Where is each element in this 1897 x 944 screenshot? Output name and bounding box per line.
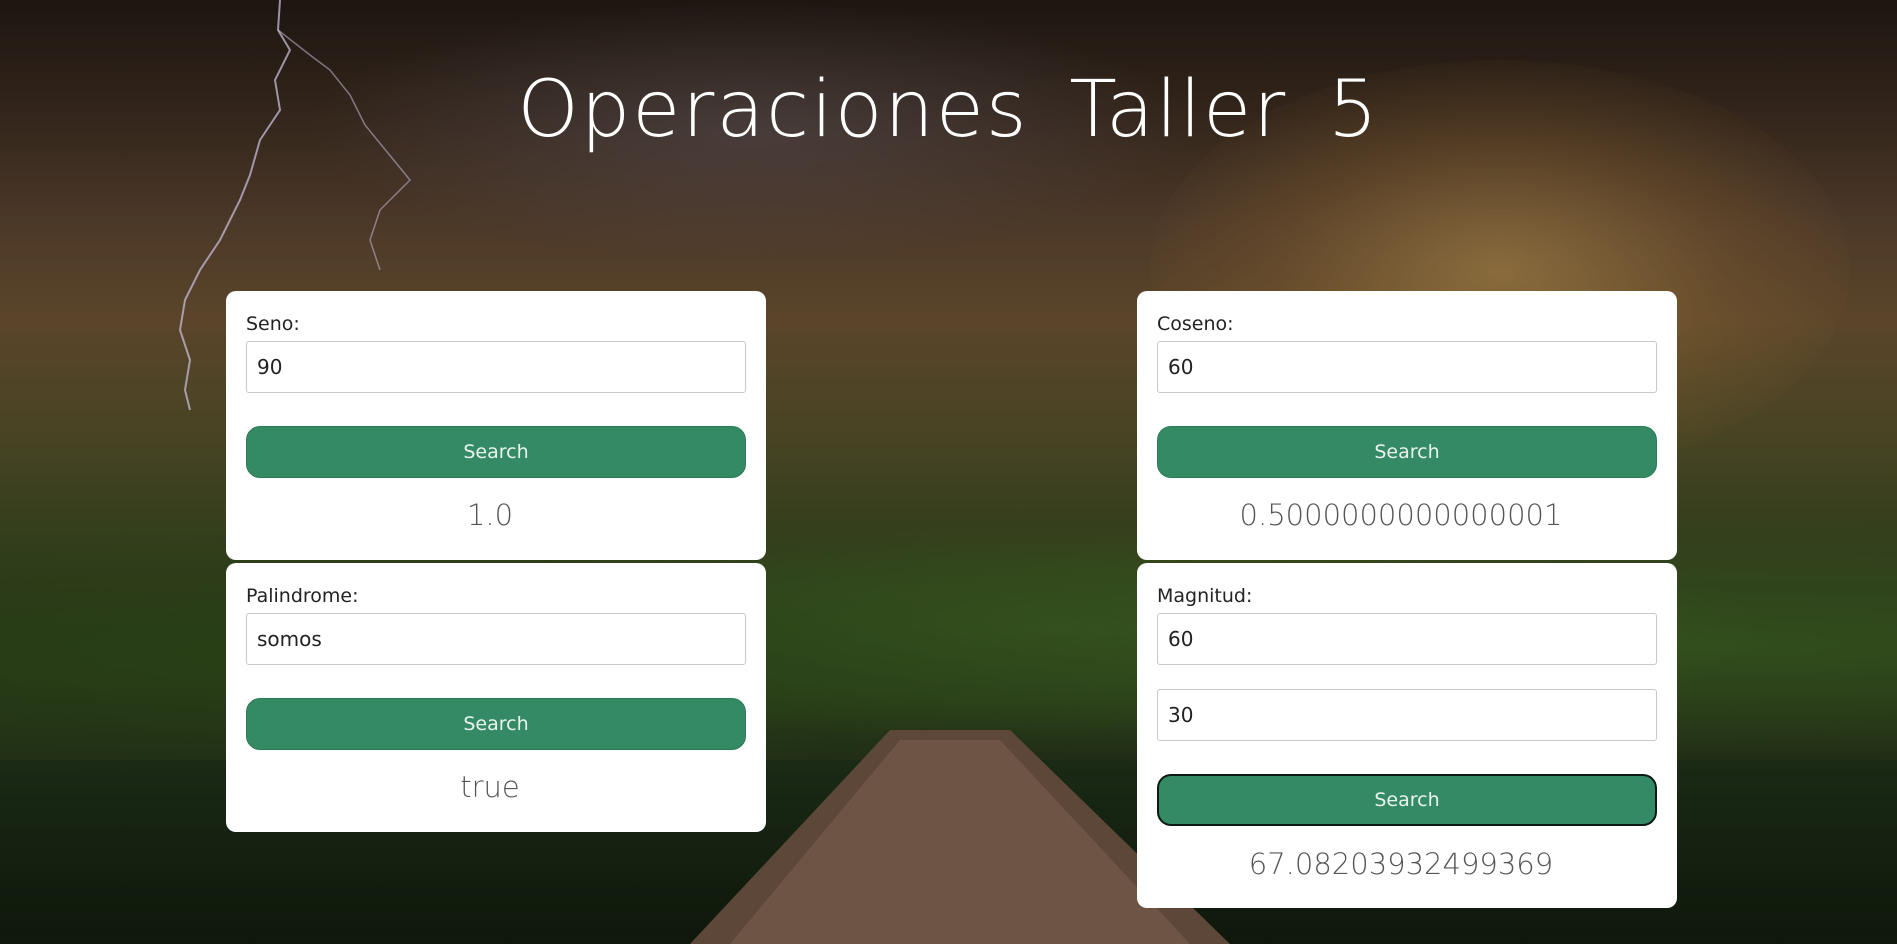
seno-card: Seno: Search 1.0 (226, 291, 766, 560)
seno-label: Seno: (246, 313, 300, 335)
magnitud-result: 67.08203932499369 (1248, 847, 1554, 881)
magnitud-label: Magnitud: (1157, 585, 1253, 607)
seno-input[interactable] (246, 341, 746, 393)
coseno-label: Coseno: (1157, 313, 1234, 335)
magnitud-input-y[interactable] (1157, 689, 1657, 741)
palindrome-input[interactable] (246, 613, 746, 665)
palindrome-result: true (460, 770, 520, 804)
seno-result: 1.0 (466, 498, 514, 532)
palindrome-search-button[interactable]: Search (246, 698, 746, 750)
magnitud-input-x[interactable] (1157, 613, 1657, 665)
coseno-result: 0.5000000000000001 (1239, 498, 1563, 532)
coseno-card: Coseno: Search 0.5000000000000001 (1137, 291, 1677, 560)
coseno-search-button[interactable]: Search (1157, 426, 1657, 478)
palindrome-label: Palindrome: (246, 585, 359, 607)
coseno-input[interactable] (1157, 341, 1657, 393)
magnitud-card: Magnitud: Search 67.08203932499369 (1137, 563, 1677, 908)
seno-search-button[interactable]: Search (246, 426, 746, 478)
magnitud-search-button[interactable]: Search (1157, 774, 1657, 826)
palindrome-card: Palindrome: Search true (226, 563, 766, 832)
page-title: Operaciones Taller 5 (517, 65, 1380, 155)
